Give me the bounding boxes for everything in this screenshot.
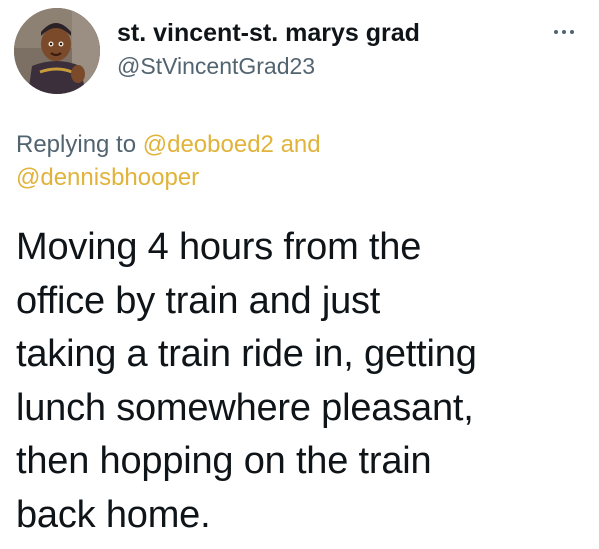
reply-prefix: Replying to [16,131,137,158]
more-horizontal-icon [554,30,558,34]
tweet-text-line: lunch somewhere pleasant, [16,386,474,429]
tweet-text-line: taking a train ride in, getting [16,333,477,375]
tweet-text: Moving 4 hours from the office by train … [16,221,586,542]
reply-context: Replying to @deoboed2 and @dennisbhooper [16,128,576,194]
author-display-name[interactable]: st. vincent-st. marys grad [117,18,420,48]
tweet-header: st. vincent-st. marys grad @StVincentGra… [14,8,584,94]
mention-link-dennisbhooper[interactable]: @dennisbhooper [16,164,199,191]
avatar[interactable] [14,8,100,94]
tweet-text-line: office by train and just [16,279,381,322]
mention-link-deoboed2[interactable]: @deoboed2 [143,131,274,158]
tweet: st. vincent-st. marys grad @StVincentGra… [0,0,599,549]
author-names: st. vincent-st. marys grad @StVincentGra… [117,18,420,81]
tweet-text-line: back home. [16,493,211,536]
more-horizontal-icon-dot [570,30,574,34]
tweet-text-line: Moving 4 hours from the [16,226,422,268]
author-handle[interactable]: @StVincentGrad23 [117,51,420,81]
more-options-button[interactable] [548,22,580,42]
more-horizontal-icon-dot [562,30,566,34]
tweet-text-line: then hopping on the train [16,440,432,482]
reply-joiner: and [280,131,321,158]
avatar-image [14,8,100,94]
